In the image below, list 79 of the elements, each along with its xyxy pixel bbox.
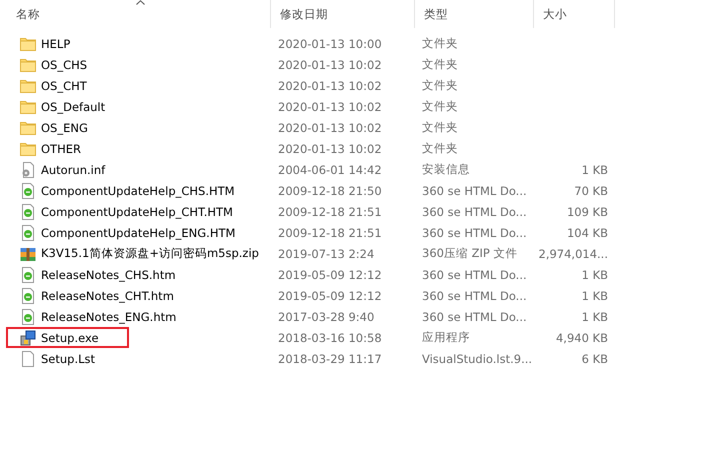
sort-ascending-icon — [136, 0, 145, 5]
file-type: 360 se HTML Do... — [422, 268, 527, 282]
web-page-icon — [20, 308, 36, 324]
column-header[interactable]: 修改日期 — [280, 6, 328, 22]
file-name[interactable]: ComponentUpdateHelp_ENG.HTM — [41, 226, 236, 240]
file-type: 360压缩 ZIP 文件 — [422, 246, 518, 261]
file-size: 1 KB — [582, 268, 608, 282]
modified-date: 2018-03-16 10:58 — [278, 330, 382, 344]
file-type: VisualStudio.lst.9... — [422, 352, 532, 366]
file-name[interactable]: OS_Default — [41, 100, 106, 114]
file-type: 360 se HTML Do... — [422, 288, 527, 302]
web-page-icon — [20, 224, 36, 240]
file-type: 文件夹 — [422, 78, 458, 93]
modified-date: 2019-07-13 2:24 — [278, 246, 374, 260]
file-size: 4,940 KB — [556, 330, 608, 344]
file-name[interactable]: ReleaseNotes_CHS.htm — [41, 268, 176, 282]
file-name[interactable]: OS_CHS — [41, 58, 88, 72]
modified-date: 2009-12-18 21:50 — [278, 184, 382, 198]
modified-date: 2017-03-28 9:40 — [278, 310, 374, 324]
installer-icon — [20, 330, 36, 346]
file-name[interactable]: HELP — [41, 36, 70, 50]
file-type: 文件夹 — [422, 99, 458, 114]
file-name[interactable]: ComponentUpdateHelp_CHS.HTM — [41, 184, 235, 198]
file-type: 360 se HTML Do... — [422, 226, 527, 240]
modified-date: 2020-01-13 10:02 — [278, 78, 382, 92]
folder-icon — [20, 36, 36, 50]
file-size: 2,974,014... — [538, 246, 608, 260]
web-page-icon — [20, 288, 36, 304]
file-name[interactable]: Autorun.inf — [41, 162, 106, 176]
folder-icon — [20, 120, 36, 134]
column-header[interactable]: 大小 — [543, 6, 567, 22]
column-header[interactable]: 名称 — [16, 6, 40, 22]
file-size: 6 KB — [582, 352, 608, 366]
settings-file-icon — [20, 162, 36, 178]
file-name[interactable]: OS_ENG — [41, 120, 88, 134]
file-type: 文件夹 — [422, 141, 458, 156]
modified-date: 2019-05-09 12:12 — [278, 268, 382, 282]
file-name[interactable]: ReleaseNotes_ENG.htm — [41, 310, 176, 324]
file-size: 109 KB — [566, 204, 608, 218]
file-type: 360 se HTML Do... — [422, 184, 527, 198]
folder-icon — [20, 100, 36, 114]
file-type: 文件夹 — [422, 120, 458, 135]
web-page-icon — [20, 204, 36, 220]
file-type: 应用程序 — [422, 330, 470, 345]
web-page-icon — [20, 266, 36, 282]
folder-icon — [20, 78, 36, 92]
modified-date: 2020-01-13 10:02 — [278, 120, 382, 134]
web-page-icon — [20, 182, 36, 198]
file-type: 安装信息 — [422, 162, 470, 177]
file-size: 1 KB — [582, 162, 608, 176]
modified-date: 2020-01-13 10:00 — [278, 36, 382, 50]
file-size: 1 KB — [582, 310, 608, 324]
file-name[interactable]: Setup.Lst — [41, 352, 96, 366]
file-type: 文件夹 — [422, 57, 458, 72]
file-size: 104 KB — [566, 226, 608, 240]
modified-date: 2020-01-13 10:02 — [278, 142, 382, 156]
file-type: 文件夹 — [422, 36, 458, 51]
file-type: 360 se HTML Do... — [422, 310, 527, 324]
modified-date: 2004-06-01 14:42 — [278, 162, 382, 176]
modified-date: 2009-12-18 21:51 — [278, 204, 382, 218]
file-name[interactable]: K3V15.1简体资源盘+访问密码m5sp.zip — [41, 246, 259, 261]
modified-date: 2020-01-13 10:02 — [278, 100, 382, 114]
file-name[interactable]: OTHER — [41, 142, 81, 156]
file-name[interactable]: OS_CHT — [41, 78, 87, 92]
folder-icon — [20, 142, 36, 156]
file-name[interactable]: Setup.exe — [41, 330, 99, 344]
modified-date: 2020-01-13 10:02 — [278, 58, 382, 72]
file-name[interactable]: ComponentUpdateHelp_CHT.HTM — [41, 204, 233, 218]
file-size: 70 KB — [574, 184, 608, 198]
modified-date: 2009-12-18 21:51 — [278, 226, 382, 240]
column-header[interactable]: 类型 — [424, 6, 448, 22]
modified-date: 2018-03-29 11:17 — [278, 352, 382, 366]
file-size: 1 KB — [582, 288, 608, 302]
folder-icon — [20, 58, 36, 72]
file-icon — [20, 350, 36, 366]
file-type: 360 se HTML Do... — [422, 204, 527, 218]
file-name[interactable]: ReleaseNotes_CHT.htm — [41, 288, 174, 302]
archive-icon — [20, 246, 36, 262]
modified-date: 2019-05-09 12:12 — [278, 288, 382, 302]
